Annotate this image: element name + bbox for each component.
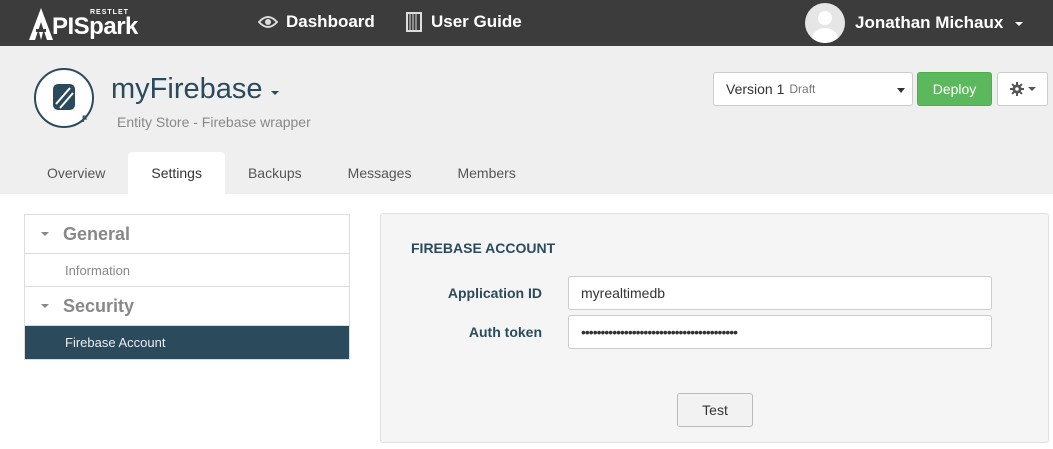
test-button[interactable]: Test bbox=[677, 393, 753, 427]
caret-down-icon bbox=[41, 232, 49, 236]
tab-overview[interactable]: Overview bbox=[24, 152, 128, 194]
firebase-account-panel: FIREBASE ACCOUNT Application ID Auth tok… bbox=[380, 213, 1049, 443]
caret-down-icon bbox=[270, 90, 279, 95]
sidebar-item-information[interactable]: Information bbox=[25, 254, 349, 287]
nav-dashboard-label: Dashboard bbox=[286, 12, 375, 31]
tab-settings[interactable]: Settings bbox=[128, 152, 225, 194]
caret-down-icon bbox=[41, 304, 49, 308]
nav-user-guide[interactable]: User Guide bbox=[405, 12, 522, 32]
app-id-input[interactable] bbox=[568, 276, 992, 310]
api-tabs: Overview Settings Backups Messages Membe… bbox=[24, 152, 539, 194]
auth-token-label: Auth token bbox=[468, 324, 542, 340]
settings-sidebar: General Information Security Firebase Ac… bbox=[24, 214, 350, 360]
api-database-icon: F bbox=[34, 68, 94, 128]
nav-guide-label: User Guide bbox=[431, 12, 522, 31]
api-title[interactable]: myFirebase bbox=[111, 73, 279, 106]
user-menu[interactable]: Jonathan Michaux bbox=[805, 2, 1024, 44]
auth-token-input[interactable]: •••••••••••••••••••••••••••••••••••••••• bbox=[568, 315, 992, 349]
version-label: Version 1 bbox=[726, 81, 785, 97]
sidebar-section-general[interactable]: General bbox=[25, 215, 349, 254]
api-name: myFirebase bbox=[111, 73, 263, 105]
api-subtitle: Entity Store - Firebase wrapper bbox=[117, 114, 311, 130]
sidebar-section-security[interactable]: Security bbox=[25, 287, 349, 326]
apispark-logo[interactable]: RESTLET PISpark bbox=[28, 5, 158, 41]
tab-messages[interactable]: Messages bbox=[325, 152, 435, 194]
app-id-label: Application ID bbox=[447, 285, 542, 301]
panel-title: FIREBASE ACCOUNT bbox=[411, 240, 556, 256]
apispark-a-icon bbox=[29, 8, 53, 40]
chevron-down-icon bbox=[1015, 22, 1024, 26]
gear-icon bbox=[1009, 82, 1024, 96]
sidebar-section-label: General bbox=[63, 223, 131, 244]
deploy-button[interactable]: Deploy bbox=[917, 72, 992, 106]
top-navbar: RESTLET PISpark Dashboard User Guide Jon… bbox=[0, 0, 1053, 46]
logo-main-text: PISpark bbox=[52, 13, 138, 40]
version-status: Draft bbox=[789, 82, 816, 96]
tab-members[interactable]: Members bbox=[434, 152, 538, 194]
nav-dashboard[interactable]: Dashboard bbox=[258, 12, 375, 32]
avatar bbox=[805, 3, 845, 43]
api-header: F myFirebase Entity Store - Firebase wra… bbox=[0, 46, 1053, 194]
eye-icon bbox=[258, 16, 278, 28]
user-name: Jonathan Michaux bbox=[855, 13, 1004, 32]
api-icon-letter: F bbox=[82, 114, 88, 124]
chevron-down-icon bbox=[1027, 87, 1036, 91]
sidebar-section-label: Security bbox=[63, 295, 135, 316]
settings-dropdown-button[interactable] bbox=[997, 72, 1048, 106]
version-select[interactable]: Version 1 Draft bbox=[713, 72, 913, 106]
book-icon bbox=[406, 12, 422, 32]
sidebar-item-firebase-account[interactable]: Firebase Account bbox=[25, 326, 349, 359]
tab-backups[interactable]: Backups bbox=[225, 152, 325, 194]
caret-down-icon bbox=[897, 88, 905, 93]
